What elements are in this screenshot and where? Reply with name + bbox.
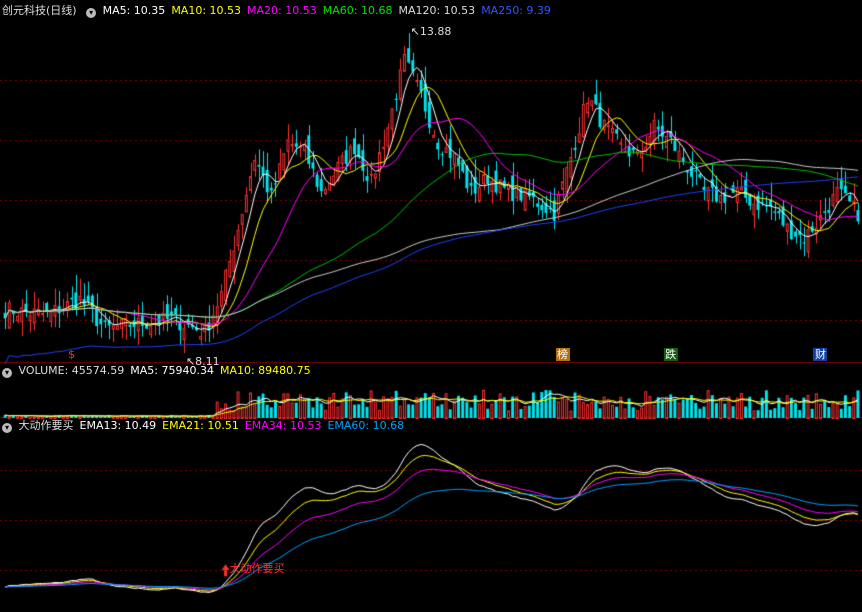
ma-label-5: MA250: 9.39: [481, 4, 551, 17]
ma-legend: MA5: 10.35 MA10: 10.53 MA20: 10.53 MA60: 10…: [103, 4, 557, 17]
ema-label-3: EMA34: 10.53: [244, 419, 322, 432]
ema-label-2: EMA21: 10.51: [162, 419, 239, 432]
stock-title: 创元科技(日线): [2, 4, 77, 17]
ema-label-1: EMA13: 10.49: [79, 419, 157, 432]
stock-chart-canvas[interactable]: [0, 0, 862, 612]
ema-legend: 大动作要买 EMA13: 10.49 EMA21: 10.51 EMA34: 10.5…: [19, 419, 411, 432]
volume-label-1: MA5: 75940.34: [130, 364, 214, 377]
settings-icon[interactable]: ▾: [2, 423, 12, 433]
ma-label-1: MA10: 10.53: [171, 4, 242, 17]
volume-label-2: MA10: 89480.75: [219, 364, 311, 377]
price-panel-header: 创元科技(日线) ▾ MA5: 10.35 MA10: 10.53 MA20: 10…: [2, 4, 563, 18]
volume-label-0: VOLUME: 45574.59: [18, 364, 125, 377]
ma-label-3: MA60: 10.68: [322, 4, 393, 17]
event-marker-1[interactable]: 榜: [555, 348, 570, 361]
ema-label-0: 大动作要买: [18, 419, 74, 432]
high-price-label: ↖13.88: [410, 25, 452, 39]
settings-icon[interactable]: ▾: [86, 8, 97, 18]
event-marker-2[interactable]: 跌: [663, 348, 678, 361]
indicator-panel-header: ▾ 大动作要买 EMA13: 10.49 EMA21: 10.51 EMA34: 10…: [2, 419, 416, 433]
ma-label-0: MA5: 10.35: [102, 4, 166, 17]
volume-legend: VOLUME: 45574.59 MA5: 75940.34 MA10: 89480…: [19, 364, 317, 377]
event-marker-3[interactable]: 财: [813, 348, 828, 361]
buy-signal-label: 大动作要买: [229, 562, 285, 576]
ema-label-4: EMA60: 10.68: [327, 419, 405, 432]
volume-panel-header: ▾ VOLUME: 45574.59 MA5: 75940.34 MA10: 894…: [2, 364, 323, 378]
ma-label-4: MA120: 10.53: [398, 4, 476, 17]
ma-label-2: MA20: 10.53: [247, 4, 317, 17]
settings-icon[interactable]: ▾: [2, 368, 12, 378]
event-marker-0[interactable]: $: [65, 348, 79, 361]
